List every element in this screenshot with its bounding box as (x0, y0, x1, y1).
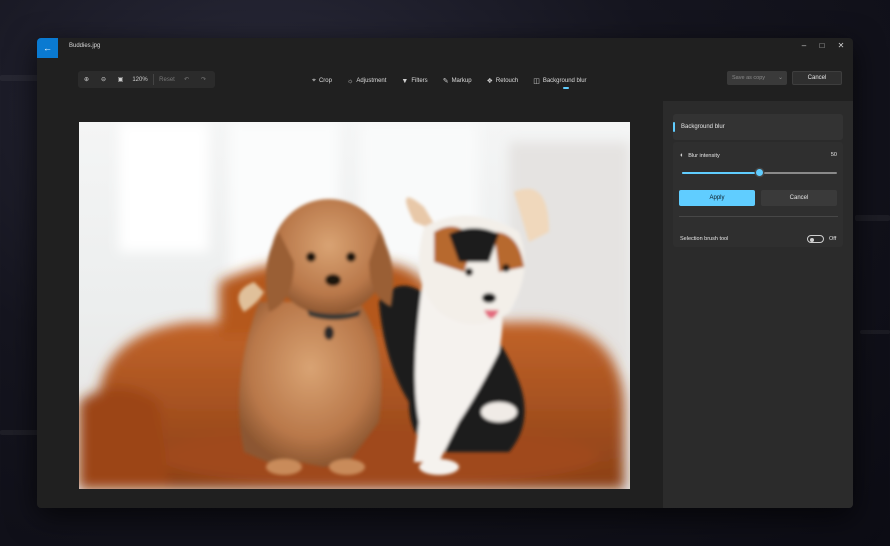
toggle-knob (810, 237, 814, 242)
background-blur-icon: ◫ (533, 78, 540, 85)
edit-toolbar: ⌖ Crop ☼ Adjustment ▼ Filters ✎ Markup ❖… (312, 75, 602, 89)
panel-cancel-button[interactable]: Cancel (761, 190, 837, 206)
blur-intensity-value: 50 (830, 152, 837, 158)
tool-label: Background blur (542, 78, 587, 84)
close-button[interactable]: ✕ (834, 41, 848, 50)
dogs-photo-illustration (79, 122, 630, 489)
divider (153, 74, 154, 85)
brightness-icon: ☼ (346, 77, 354, 85)
cancel-button[interactable]: Cancel (792, 71, 842, 85)
background-streak (855, 215, 890, 221)
divider (679, 216, 838, 217)
tool-markup[interactable]: ✎ Markup (443, 75, 472, 87)
minimize-button[interactable]: – (797, 41, 811, 50)
selection-brush-label: Selection brush tool (680, 236, 729, 242)
filter-icon: ▼ (401, 77, 409, 85)
blur-intensity-slider[interactable] (682, 169, 837, 176)
reset-button[interactable]: Reset (156, 77, 178, 83)
zoom-in-icon[interactable]: ⊕ (78, 76, 95, 83)
toggle-state: Off (829, 236, 837, 242)
tool-crop[interactable]: ⌖ Crop (312, 75, 332, 87)
zoom-toolbar: ⊕ ⊖ ▣ 120% Reset ↶ ↷ (78, 71, 215, 88)
slider-thumb[interactable] (755, 169, 763, 176)
arrow-left-icon: ← (43, 43, 52, 53)
tool-label: Markup (451, 78, 472, 84)
zoom-out-icon[interactable]: ⊖ (95, 76, 112, 83)
contrast-icon: ◐ (680, 152, 685, 159)
photos-app-window: ← Buddies.jpg – □ ✕ ⊕ ⊖ ▣ 120% Reset ↶ ↷… (37, 38, 853, 508)
redo-icon[interactable]: ↷ (195, 76, 212, 83)
panel-title: Background blur (681, 124, 725, 130)
undo-icon[interactable]: ↶ (178, 76, 195, 83)
pen-icon: ✎ (442, 78, 449, 85)
zoom-level[interactable]: 120% (129, 77, 151, 83)
fit-to-window-icon[interactable]: ▣ (112, 76, 129, 83)
selection-brush-toggle[interactable] (807, 235, 824, 243)
tool-adjustment[interactable]: ☼ Adjustment (347, 75, 386, 87)
back-button[interactable]: ← (37, 38, 58, 58)
maximize-button[interactable]: □ (815, 41, 829, 50)
tool-retouch[interactable]: ❖ Retouch (487, 75, 519, 87)
tool-label: Crop (318, 78, 332, 84)
blur-settings-card: ◐ Blur intensity 50 Apply Cancel Selecti… (673, 142, 843, 247)
slider-fill (682, 172, 760, 174)
file-name: Buddies.jpg (69, 43, 101, 49)
chevron-down-icon[interactable]: ⌄ (778, 74, 783, 81)
background-streak (0, 430, 40, 435)
save-as-copy-button[interactable]: Save as copy ⌄ (727, 71, 787, 85)
panel-header[interactable]: Background blur (673, 114, 843, 140)
retouch-icon: ❖ (486, 78, 493, 85)
blur-intensity-text: Blur intensity (688, 152, 720, 159)
save-label: Save as copy (732, 75, 766, 81)
tool-label: Retouch (495, 78, 519, 84)
blur-intensity-label: ◐ Blur intensity (680, 152, 720, 159)
background-blur-panel: Background blur ◐ Blur intensity 50 Appl… (663, 101, 853, 508)
image-canvas (37, 98, 657, 508)
crop-icon: ⌖ (312, 77, 316, 84)
tool-filters[interactable]: ▼ Filters (401, 75, 427, 87)
background-streak (860, 330, 890, 334)
photo-preview[interactable] (79, 122, 630, 489)
apply-button[interactable]: Apply (679, 190, 755, 206)
tool-background-blur[interactable]: ◫ Background blur (533, 75, 587, 89)
title-bar: ← Buddies.jpg – □ ✕ (37, 38, 853, 58)
tool-label: Adjustment (356, 78, 387, 84)
tool-label: Filters (411, 78, 428, 84)
